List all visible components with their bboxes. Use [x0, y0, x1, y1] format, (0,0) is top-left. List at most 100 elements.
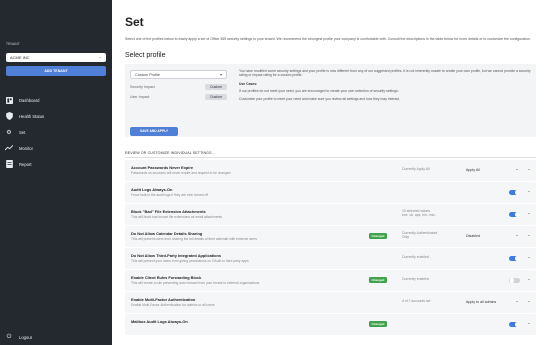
setting-name: Enable Multi-Factor Authentication	[131, 297, 196, 302]
security-impact-badge: Custom	[204, 84, 227, 90]
sidebar-item-label: Dashboard	[19, 97, 40, 103]
save-and-apply-button[interactable]: SAVE AND APPLY	[130, 127, 178, 136]
setting-description: Enable Multi-Factor Authentication for a…	[131, 302, 215, 307]
changed-badge: Changed	[369, 233, 387, 239]
dashboard-icon	[5, 96, 13, 104]
setting-toggle[interactable]	[509, 321, 520, 327]
sidebar-item-label: Health Status	[19, 113, 45, 119]
setting-name: Do Not Allow Third-Party Integrated Appl…	[131, 253, 222, 258]
expand-chevron-icon[interactable]: ⌄	[527, 320, 531, 326]
setting-name: Mailbox Audit Logs Always-On	[131, 319, 188, 324]
expand-chevron-icon[interactable]: ⌄	[527, 232, 531, 238]
power-icon: ⏻	[6, 333, 12, 340]
expand-chevron-icon[interactable]: ⌄	[527, 276, 531, 282]
shield-icon	[5, 112, 13, 120]
profile-info-text: You have modified some security settings…	[239, 69, 531, 78]
chevron-down-icon[interactable]: ⌄	[515, 298, 519, 304]
setting-description: This will prevent your users from giving…	[131, 258, 249, 263]
use-cases-heading: Use Cases:	[239, 81, 258, 86]
use-case-text: If our profiles do not meet your need, y…	[239, 89, 399, 94]
tenant-label: TENANT	[6, 42, 20, 46]
setting-name: Audit Logs Always-On	[131, 187, 173, 192]
setting-name: Block "Bad" File Extension Attachments	[131, 209, 206, 214]
settings-section-heading: REVIEW OR CUSTOMIZE INDIVIDUAL SETTINGS.…	[125, 151, 215, 155]
setting-value-select[interactable]: Apply to all admins	[466, 300, 496, 304]
setting-status: Currently Apply All	[402, 167, 430, 171]
setting-toggle[interactable]	[509, 255, 520, 261]
security-impact-row: Security Impact Custom	[130, 84, 227, 90]
settings-list: Account Passwords Never Expire Passwords…	[125, 160, 536, 336]
tenant-select[interactable]: ACME INC ⌄	[6, 53, 106, 62]
main-content: Set Select one of the profiles below to …	[112, 0, 549, 345]
setting-description: This will prevent users from sharing the…	[131, 236, 257, 241]
sidebar-item-dashboard[interactable]: Dashboard	[0, 92, 112, 108]
chevron-down-icon: ▾	[219, 72, 222, 77]
add-tenant-button[interactable]: ADD TENANT	[6, 66, 106, 76]
changed-badge: Changed	[369, 277, 387, 283]
user-impact-badge: Custom	[204, 94, 227, 100]
setting-row: Audit Logs Always-On Force built-in the …	[125, 182, 536, 203]
setting-name: Do Not Allow Calendar Details Sharing	[131, 231, 203, 236]
setting-row: Enable Multi-Factor Authentication Enabl…	[125, 292, 536, 313]
trend-icon	[5, 144, 13, 152]
section-subtitle: Select profile	[125, 52, 166, 59]
report-icon	[5, 160, 13, 168]
sidebar-item-label: Set	[19, 129, 26, 135]
profile-select[interactable]: Custom Profile ▾	[130, 70, 227, 79]
setting-row: Mailbox Audit Logs Always-On Changed ⌄	[125, 314, 536, 335]
sidebar-nav: Dashboard Health Status ⚙ Set Monitor Re…	[0, 92, 112, 172]
expand-chevron-icon[interactable]: ⌄	[527, 254, 531, 260]
gear-icon: ⚙	[6, 129, 12, 136]
setting-value-select[interactable]: Disabled	[466, 234, 480, 238]
setting-row: Enable Client Rules Forwarding Block Thi…	[125, 270, 536, 291]
sidebar-item-health-status[interactable]: Health Status	[0, 108, 112, 124]
setting-toggle[interactable]	[509, 211, 520, 217]
user-impact-row: User Impact Custom	[130, 94, 227, 100]
setting-toggle[interactable]	[509, 277, 520, 283]
changed-badge: Changed	[369, 321, 387, 327]
page-description: Select one of the profiles below to easi…	[125, 37, 531, 41]
setting-status: Currently enabled	[402, 277, 429, 281]
chevron-down-icon: ⌄	[98, 54, 102, 59]
use-case-text: Customise your profile to meet your need…	[239, 96, 400, 101]
setting-status: Currently Authenticated Only	[402, 231, 437, 239]
setting-status: 4 of 7 accounts set	[402, 299, 431, 303]
sidebar-item-monitor[interactable]: Monitor	[0, 140, 112, 156]
user-impact-label: User Impact	[130, 95, 150, 99]
setting-toggle[interactable]	[509, 189, 520, 195]
chevron-down-icon[interactable]: ⌄	[515, 166, 519, 172]
profile-info: You have modified some security settings…	[239, 69, 531, 101]
tenant-select-value: ACME INC	[10, 55, 30, 60]
page-title: Set	[125, 15, 144, 29]
security-impact-label: Security Impact	[130, 85, 155, 89]
setting-row: Block "Bad" File Extension Attachments T…	[125, 204, 536, 225]
expand-chevron-icon[interactable]: ⌄	[527, 210, 531, 216]
setting-description: Force built-in the audit logs if they ar…	[131, 192, 209, 197]
sidebar-item-report[interactable]: Report	[0, 156, 112, 172]
sidebar-item-label: Monitor	[19, 145, 33, 151]
setting-name: Account Passwords Never Expire	[131, 165, 194, 170]
setting-name: Enable Client Rules Forwarding Block	[131, 275, 202, 280]
sidebar-item-label: Report	[19, 161, 32, 167]
profile-select-value: Custom Profile	[135, 72, 160, 77]
expand-chevron-icon[interactable]: ⌄	[527, 298, 531, 304]
setting-row: Account Passwords Never Expire Passwords…	[125, 160, 536, 181]
setting-row: Do Not Allow Calendar Details Sharing Th…	[125, 226, 536, 247]
expand-chevron-icon[interactable]: ⌄	[527, 166, 531, 172]
setting-value-select[interactable]: Apply All	[466, 168, 480, 172]
sidebar: TENANT ACME INC ⌄ ADD TENANT Dashboard H…	[0, 0, 112, 345]
setting-status-line: exe, vb, aps, bin, rmd...	[402, 212, 438, 217]
chevron-down-icon[interactable]: ⌄	[515, 232, 519, 238]
divider	[125, 157, 536, 158]
setting-description: This will create a rule preventing auto …	[131, 280, 260, 285]
setting-status-line: Only	[402, 234, 409, 239]
logout-button[interactable]: ⏻ Logout	[5, 333, 32, 341]
expand-chevron-icon[interactable]: ⌄	[527, 188, 531, 194]
setting-status-line: Currently Authenticated	[402, 230, 438, 235]
setting-status: Currently enabled	[402, 255, 429, 259]
setting-description: This will block bad known file extension…	[131, 214, 223, 219]
logout-label: Logout	[19, 334, 32, 340]
setting-description: Passwords on accounts will never expire …	[131, 170, 231, 175]
sidebar-item-set[interactable]: ⚙ Set	[0, 124, 112, 140]
setting-row: Do Not Allow Third-Party Integrated Appl…	[125, 248, 536, 269]
